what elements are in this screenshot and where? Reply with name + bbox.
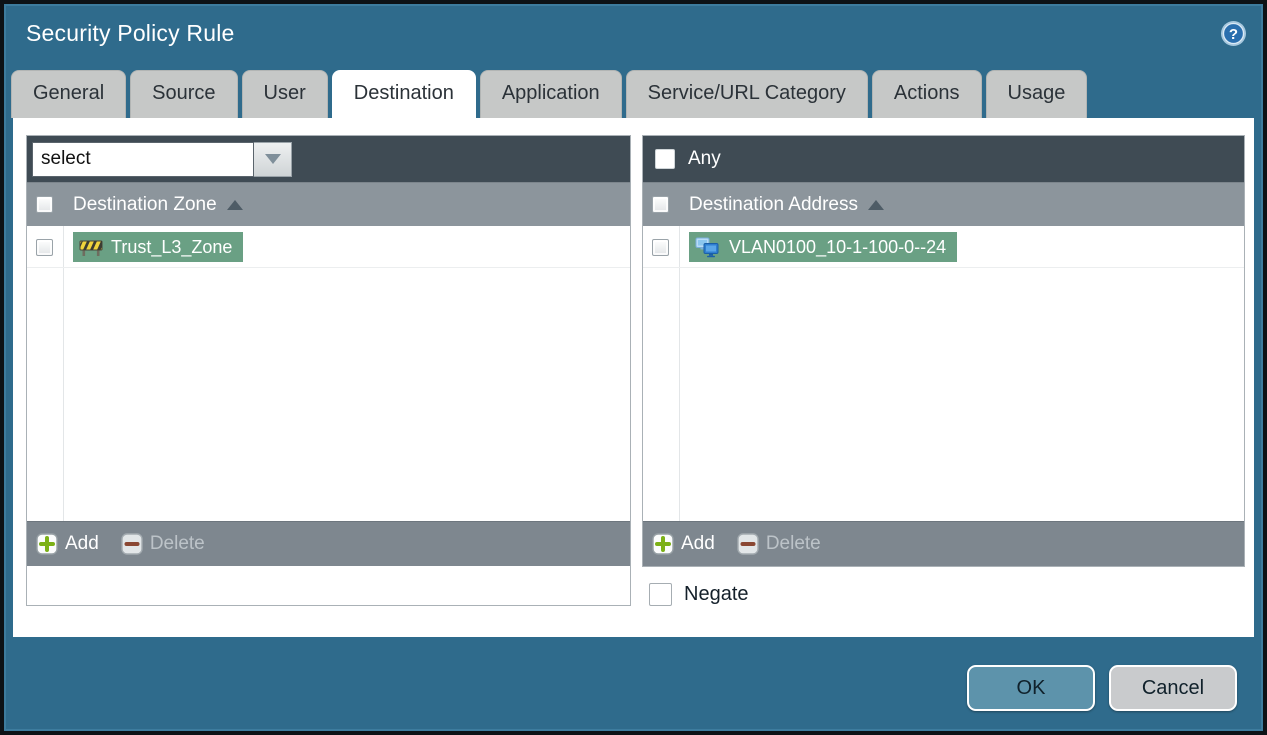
svg-text:?: ? [1229,26,1238,43]
negate-row: Negate [649,583,1245,606]
add-plus-icon [36,533,58,555]
dialog-footer: OK Cancel [4,637,1263,727]
tab-bar: General Source User Destination Applicat… [4,62,1263,118]
tab-usage[interactable]: Usage [985,70,1088,118]
destination-address-column: Any Destination Address VLAN0100_10-1-10… [642,135,1245,606]
any-checkbox[interactable] [655,149,675,169]
zone-select-dropdown-button[interactable] [254,141,292,177]
zone-select-all-checkbox[interactable] [36,196,53,213]
tab-actions[interactable]: Actions [871,70,982,118]
sort-ascending-icon[interactable] [226,199,243,210]
zone-delete-label: Delete [149,533,205,554]
address-table-header: Destination Address [643,182,1244,226]
tab-application[interactable]: Application [479,70,622,118]
ok-button[interactable]: OK [967,665,1095,711]
zone-select-input[interactable] [32,141,254,177]
tab-source[interactable]: Source [130,70,238,118]
address-row-label: VLAN0100_10-1-100-0--24 [729,236,947,257]
destination-address-panel: Any Destination Address VLAN0100_10-1-10… [642,135,1245,567]
zone-row-checkbox[interactable] [36,238,53,256]
destination-tab-content: Destination Zone [13,118,1254,637]
delete-minus-icon [737,533,759,555]
zone-row-label: Trust_L3_Zone [111,236,233,257]
address-column-header-label[interactable]: Destination Address [689,194,858,216]
address-delete-button[interactable]: Delete [737,533,821,555]
zone-delete-button[interactable]: Delete [121,533,205,555]
dialog-titlebar: Security Policy Rule ? [4,4,1263,62]
cancel-button[interactable]: Cancel [1109,665,1237,711]
address-row-checkbox[interactable] [652,238,669,256]
address-add-label: Add [681,533,715,554]
negate-label: Negate [684,583,749,605]
zone-table-header: Destination Zone [27,182,630,226]
address-select-all-checkbox[interactable] [652,196,669,213]
zone-select-combobox [32,141,292,177]
zone-chip-trust-l3-zone[interactable]: Trust_L3_Zone [73,232,244,262]
address-chip-vlan0100[interactable]: VLAN0100_10-1-100-0--24 [689,232,958,262]
address-delete-label: Delete [765,533,821,554]
destination-zone-panel: Destination Zone [26,135,631,606]
table-row[interactable]: VLAN0100_10-1-100-0--24 [643,226,1244,268]
zone-column-header-label[interactable]: Destination Zone [73,194,217,216]
address-list: VLAN0100_10-1-100-0--24 [643,226,1244,521]
tab-general[interactable]: General [11,70,127,118]
add-plus-icon [652,533,674,555]
zone-add-button[interactable]: Add [36,533,99,555]
tab-destination[interactable]: Destination [331,70,476,118]
tab-service-url-category[interactable]: Service/URL Category [625,70,868,118]
any-label: Any [688,148,721,169]
zone-icon [79,240,103,256]
table-row[interactable]: Trust_L3_Zone [27,226,630,268]
zone-add-label: Add [65,533,99,554]
sort-ascending-icon[interactable] [868,199,884,210]
security-policy-rule-dialog: Security Policy Rule ? General Source Us… [0,0,1267,735]
address-add-button[interactable]: Add [652,533,715,555]
address-panel-footer: Add Delete [643,521,1244,566]
panels-grid: Destination Zone [13,118,1254,606]
delete-minus-icon [121,533,143,555]
zone-panel-toolbar [27,136,630,182]
dialog-title: Security Policy Rule [26,19,235,46]
tab-user[interactable]: User [241,70,328,118]
zone-list: Trust_L3_Zone [27,226,630,521]
address-panel-toolbar: Any [643,136,1244,182]
help-icon[interactable]: ? [1220,20,1247,47]
chevron-down-icon [264,154,281,164]
negate-checkbox[interactable] [649,583,672,606]
zone-panel-footer: Add Delete [27,521,630,566]
address-icon [695,237,719,257]
